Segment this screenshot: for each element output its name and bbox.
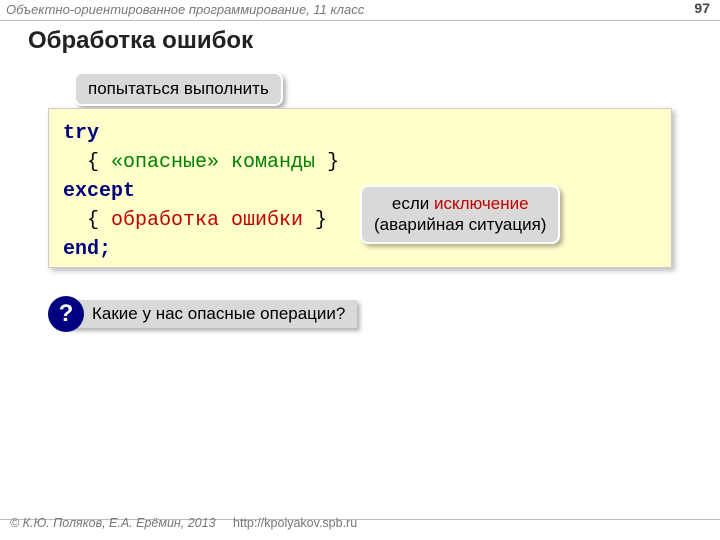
keyword-end: end;: [63, 238, 111, 261]
keyword-try: try: [63, 122, 99, 145]
code-indent: {: [63, 151, 111, 174]
slide: Объектно-ориентированное программировани…: [0, 0, 720, 540]
code-dangerous: «опасные» команды: [111, 151, 315, 174]
callout-try: попытаться выполнить: [74, 72, 283, 106]
footer-link: http://kpolyakov.spb.ru: [233, 516, 357, 530]
header-bar: Объектно-ориентированное программировани…: [0, 0, 720, 20]
slide-title: Обработка ошибок: [28, 27, 253, 55]
footer-copyright: © К.Ю. Поляков, Е.А. Ерёмин, 2013: [10, 516, 216, 530]
page-number: 97: [694, 0, 710, 16]
header-rule: [0, 20, 720, 21]
callout-line2: (аварийная ситуация): [374, 215, 546, 234]
code-indent2: {: [63, 209, 111, 232]
callout-exception: если исключение (аварийная ситуация): [360, 185, 560, 244]
code-close: }: [315, 151, 339, 174]
question-text: Какие у нас опасные операции?: [66, 300, 357, 328]
question-mark-icon: ?: [48, 296, 84, 332]
footer-text: © К.Ю. Поляков, Е.А. Ерёмин, 2013 http:/…: [10, 516, 357, 530]
callout-line1-pre: если: [392, 194, 434, 213]
course-title: Объектно-ориентированное программировани…: [6, 2, 364, 17]
callout-exception-word: исключение: [434, 194, 529, 213]
code-block: try { «опасные» команды } except { обраб…: [48, 108, 672, 268]
code-handler: обработка ошибки: [111, 209, 303, 232]
code-close2: }: [303, 209, 327, 232]
keyword-except: except: [63, 180, 135, 203]
